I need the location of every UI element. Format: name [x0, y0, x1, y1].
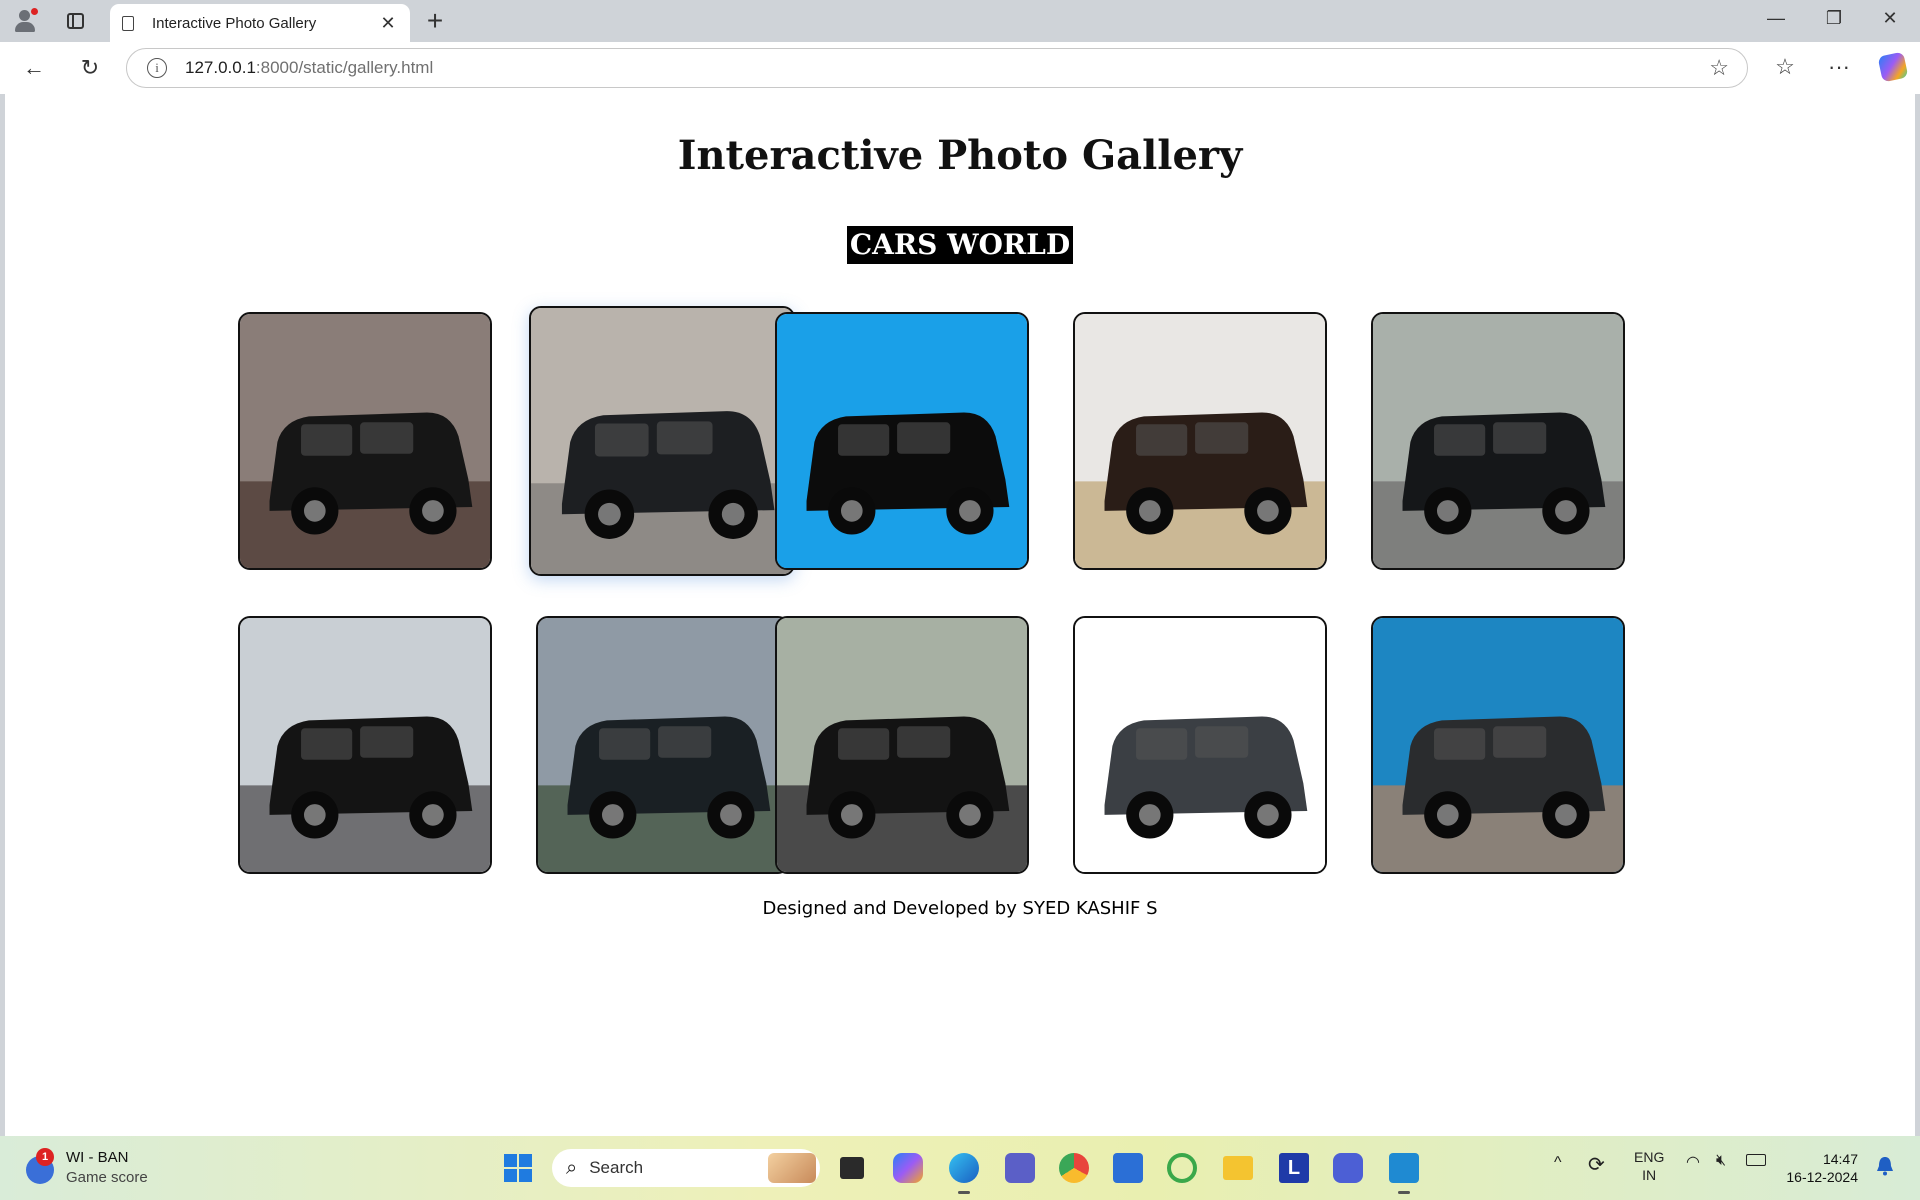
car-photo-image	[240, 314, 490, 568]
gallery-photo-5[interactable]	[1371, 312, 1625, 570]
gallery-subtitle: CARS WORLD	[5, 226, 1915, 264]
new-tab-button[interactable]: +	[420, 6, 450, 36]
show-hidden-icons-icon[interactable]: ^	[1554, 1154, 1562, 1172]
gallery-photo-9[interactable]	[1073, 616, 1327, 874]
widget-title: WI - BAN	[66, 1149, 129, 1166]
teams-icon[interactable]	[1000, 1148, 1040, 1188]
start-button[interactable]	[498, 1148, 538, 1188]
battery-icon[interactable]	[1746, 1154, 1766, 1166]
car-photo-image	[240, 618, 490, 872]
l-app-icon[interactable]: L	[1274, 1148, 1314, 1188]
page-footer: Designed and Developed by SYED KASHIF S	[762, 898, 1158, 919]
page-icon	[122, 15, 134, 31]
lang-top: ENG	[1634, 1149, 1665, 1165]
sync-icon[interactable]: ⟳	[1588, 1152, 1605, 1177]
gallery-photo-3[interactable]	[775, 312, 1029, 570]
chrome-icon[interactable]	[1054, 1148, 1094, 1188]
windows-taskbar: 1 WI - BAN Game score ⌕ Search L ^ ⟳ ENG…	[0, 1136, 1920, 1200]
address-bar[interactable]: i 127.0.0.1:8000/static/gallery.html ☆	[126, 48, 1748, 88]
car-photo-image	[1373, 618, 1623, 872]
minimize-button[interactable]: —	[1756, 8, 1796, 29]
system-clock[interactable]: 14:47 16-12-2024	[1786, 1150, 1858, 1186]
car-photo-image	[538, 618, 788, 872]
gallery-photo-10[interactable]	[1371, 616, 1625, 874]
file-explorer-icon[interactable]	[1218, 1148, 1258, 1188]
store-icon[interactable]	[1108, 1148, 1148, 1188]
car-photo-image	[777, 618, 1027, 872]
green-app-icon[interactable]	[1162, 1148, 1202, 1188]
lang-bottom: IN	[1642, 1167, 1657, 1183]
favorites-icon[interactable]: ☆	[1768, 52, 1802, 82]
add-favorite-icon[interactable]: ☆	[1709, 55, 1729, 81]
gallery-photo-1[interactable]	[238, 312, 492, 570]
car-photo-image	[531, 308, 793, 574]
subtitle-text: CARS WORLD	[846, 226, 1074, 264]
site-info-icon[interactable]: i	[147, 58, 167, 78]
taskbar-search[interactable]: ⌕ Search	[552, 1149, 820, 1187]
gallery-photo-8[interactable]	[775, 616, 1029, 874]
task-view-icon[interactable]	[832, 1148, 872, 1188]
a-app-icon[interactable]	[1328, 1148, 1368, 1188]
clock-time: 14:47	[1822, 1151, 1858, 1167]
cricket-icon: 1	[24, 1148, 56, 1184]
reload-button[interactable]: ↻	[74, 54, 106, 82]
clock-date: 16-12-2024	[1786, 1169, 1858, 1185]
notification-bell-icon[interactable]	[1876, 1156, 1894, 1176]
browser-tab-active[interactable]: Interactive Photo Gallery ✕	[110, 4, 410, 42]
tab-title: Interactive Photo Gallery	[152, 14, 317, 32]
restore-button[interactable]: ❐	[1814, 8, 1854, 29]
vscode-icon[interactable]	[1384, 1148, 1424, 1194]
profile-icon[interactable]	[12, 8, 38, 34]
page-viewport: Interactive Photo Gallery CARS WORLD Des…	[5, 94, 1915, 1136]
car-photo-image	[1373, 314, 1623, 568]
back-button[interactable]: ←	[18, 54, 50, 82]
page-title: Interactive Photo Gallery	[677, 132, 1243, 179]
edge-browser-icon[interactable]	[944, 1148, 984, 1194]
car-photo-image	[1075, 618, 1325, 872]
car-photo-image	[777, 314, 1027, 568]
car-photo-image	[1075, 314, 1325, 568]
wifi-icon[interactable]: ◠	[1686, 1152, 1700, 1172]
copilot-icon[interactable]	[1876, 51, 1910, 83]
browser-tab-bar: Interactive Photo Gallery ✕ + — ❐ ✕	[0, 0, 1920, 42]
gallery-photo-7[interactable]	[536, 616, 790, 874]
gallery-photo-4[interactable]	[1073, 312, 1327, 570]
tab-actions-icon[interactable]	[62, 8, 88, 34]
copilot-app-icon[interactable]	[888, 1148, 928, 1188]
gallery-photo-2[interactable]	[529, 306, 795, 576]
close-window-button[interactable]: ✕	[1870, 8, 1910, 29]
windows-logo-icon	[504, 1154, 532, 1182]
mute-speaker-icon[interactable]: 🔇︎	[1716, 1152, 1726, 1170]
language-indicator[interactable]: ENG IN	[1634, 1148, 1664, 1184]
url-path: :8000/static/gallery.html	[255, 58, 434, 77]
more-menu-icon[interactable]: ···	[1822, 52, 1856, 82]
search-highlight-image	[768, 1153, 816, 1183]
widgets-button[interactable]: 1 WI - BAN Game score	[24, 1148, 148, 1188]
search-label: Search	[589, 1158, 644, 1177]
url-host: 127.0.0.1	[185, 58, 256, 77]
browser-toolbar: ← ↻ i 127.0.0.1:8000/static/gallery.html…	[0, 42, 1920, 94]
close-tab-icon[interactable]: ✕	[378, 13, 398, 34]
url-text: 127.0.0.1:8000/static/gallery.html	[185, 58, 433, 78]
search-icon: ⌕	[566, 1156, 578, 1179]
widget-subtitle: Game score	[66, 1169, 148, 1186]
gallery-photo-6[interactable]	[238, 616, 492, 874]
